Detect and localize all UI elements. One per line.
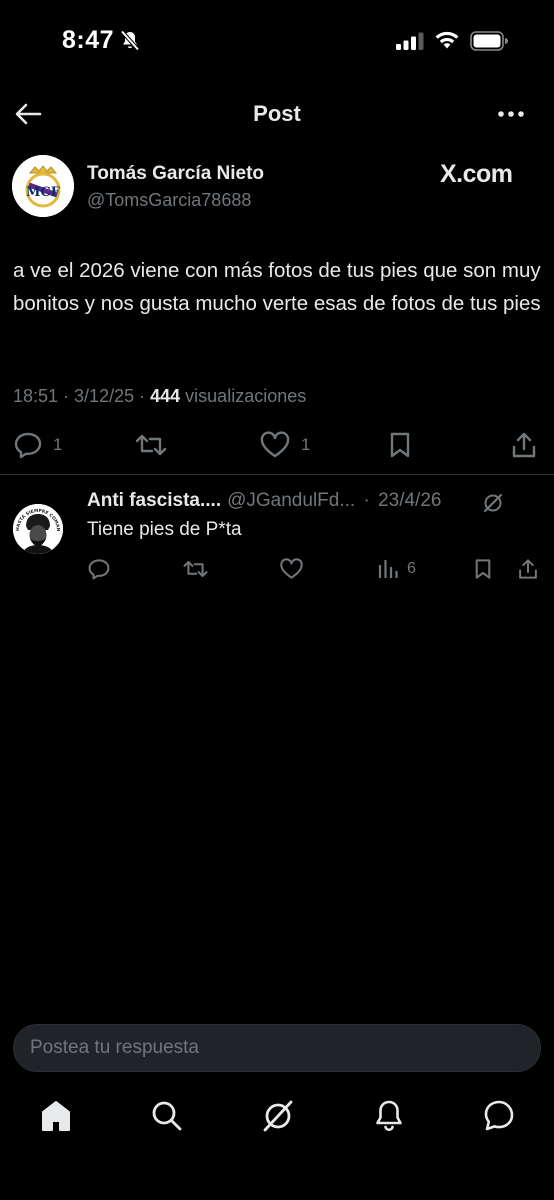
views-count: 444: [150, 386, 181, 406]
bookmark-icon: [475, 559, 491, 579]
tab-messages[interactable]: [482, 1098, 516, 1134]
tab-notifications[interactable]: [373, 1098, 405, 1134]
post-meta: 18:51 · 3/12/25 · 444 visualizaciones: [13, 386, 307, 406]
reply-avatar[interactable]: HASTA SIEMPRE COMANDANTE: [13, 504, 63, 554]
reply-views-button[interactable]: 6: [377, 556, 416, 582]
reply-share-button[interactable]: [517, 556, 539, 582]
reply-input-placeholder[interactable]: Postea tu respuesta: [30, 1037, 199, 1059]
share-icon: [512, 432, 536, 458]
bell-muted-icon: [120, 30, 140, 52]
views-label: visualizaciones: [185, 386, 307, 406]
status-time: 8:47: [62, 26, 115, 54]
author-name[interactable]: Tomás García Nieto: [87, 163, 264, 185]
reply-date-separator: ·: [363, 490, 370, 511]
post-time: 18:51: [13, 386, 59, 406]
like-button[interactable]: 1: [259, 430, 310, 460]
divider: [0, 474, 554, 475]
portrait-icon: HASTA SIEMPRE COMANDANTE: [13, 504, 63, 554]
reply-author-handle[interactable]: @JGandulFd...: [227, 490, 355, 511]
page-title: Post: [253, 101, 301, 126]
more-options-button[interactable]: [496, 103, 526, 125]
svg-text:MCF: MCF: [26, 185, 61, 200]
reply-text: Tiene pies de P*ta: [87, 519, 242, 540]
author-handle[interactable]: @TomsGarcia78688: [87, 190, 251, 211]
cellular-signal-icon: [396, 32, 424, 50]
search-icon: [152, 1101, 182, 1131]
battery-icon: [470, 31, 508, 51]
tab-home[interactable]: [40, 1098, 72, 1134]
chat-bubble-icon: [484, 1100, 514, 1131]
grok-icon: [263, 1100, 293, 1132]
more-horizontal-icon: [498, 111, 524, 117]
bell-icon: [376, 1100, 402, 1131]
heart-icon: [260, 431, 290, 458]
grok-icon[interactable]: [482, 492, 504, 514]
reply-like-button[interactable]: [279, 556, 304, 582]
reply-button[interactable]: 1: [13, 430, 62, 460]
reply-author-name[interactable]: Anti fascista....: [87, 490, 221, 511]
club-crest-icon: MCF: [12, 155, 74, 217]
comment-icon: [14, 432, 42, 459]
comment-icon: [88, 559, 110, 580]
author-avatar[interactable]: MCF: [12, 155, 74, 217]
reply-count: 1: [53, 435, 63, 454]
post-text: a ve el 2026 viene con más fotos de tus …: [13, 259, 541, 315]
tab-grok[interactable]: [261, 1098, 295, 1134]
repost-button[interactable]: [134, 430, 168, 460]
reply-bookmark-button[interactable]: [473, 556, 493, 582]
share-icon: [519, 559, 537, 579]
heart-icon: [280, 558, 303, 579]
bookmark-button[interactable]: [388, 430, 412, 460]
views-chart-icon: [378, 560, 398, 578]
share-button[interactable]: [510, 430, 538, 460]
reply-repost-button[interactable]: [182, 556, 209, 582]
bookmark-icon: [390, 432, 410, 458]
tab-search[interactable]: [150, 1098, 184, 1134]
repost-icon: [183, 560, 208, 578]
wifi-icon: [434, 30, 460, 50]
source-label: X.com: [440, 160, 513, 188]
reply-reply-button[interactable]: [87, 556, 111, 582]
like-count: 1: [301, 435, 311, 454]
reply-date: 23/4/26: [378, 490, 442, 511]
reply-views-count: 6: [407, 560, 416, 577]
repost-icon: [135, 434, 167, 456]
post-date: 3/12/25: [74, 386, 135, 406]
reply-header[interactable]: Anti fascista.... @JGandulFd... · 23/4/26: [87, 490, 441, 512]
home-icon: [42, 1101, 70, 1131]
